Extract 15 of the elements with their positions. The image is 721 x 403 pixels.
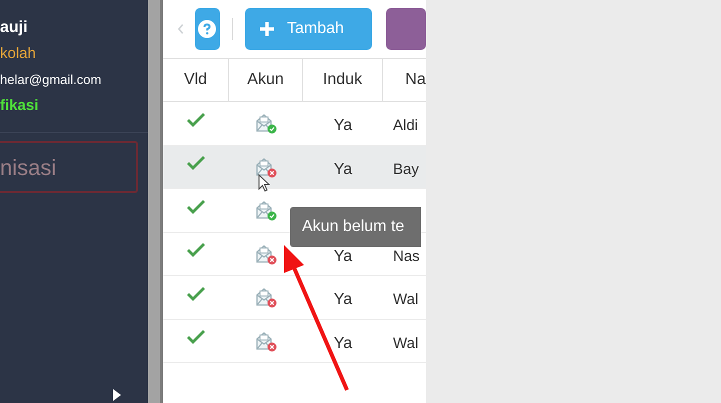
verification-status: fikasi [0,96,40,116]
table-cell-text: Bay [393,160,419,180]
user-email: helar@gmail.com [0,71,102,89]
table-cell-text: Wal [393,290,418,310]
table-cell-text: Aldi [393,116,418,136]
table-cell-text: Ya [334,246,352,267]
table-cell-text: Ya [334,334,352,354]
user-role: kolah [0,44,37,64]
table-cell-text: Ya [334,290,352,310]
table-cell-text: Nas [393,246,420,266]
table-cell-text: Ya [334,160,352,180]
user-name: auji [0,18,29,38]
tooltip: Akun belum te [290,207,421,247]
table-cell-text: Ya [334,116,352,136]
table-cell-text: Wal [393,334,418,354]
